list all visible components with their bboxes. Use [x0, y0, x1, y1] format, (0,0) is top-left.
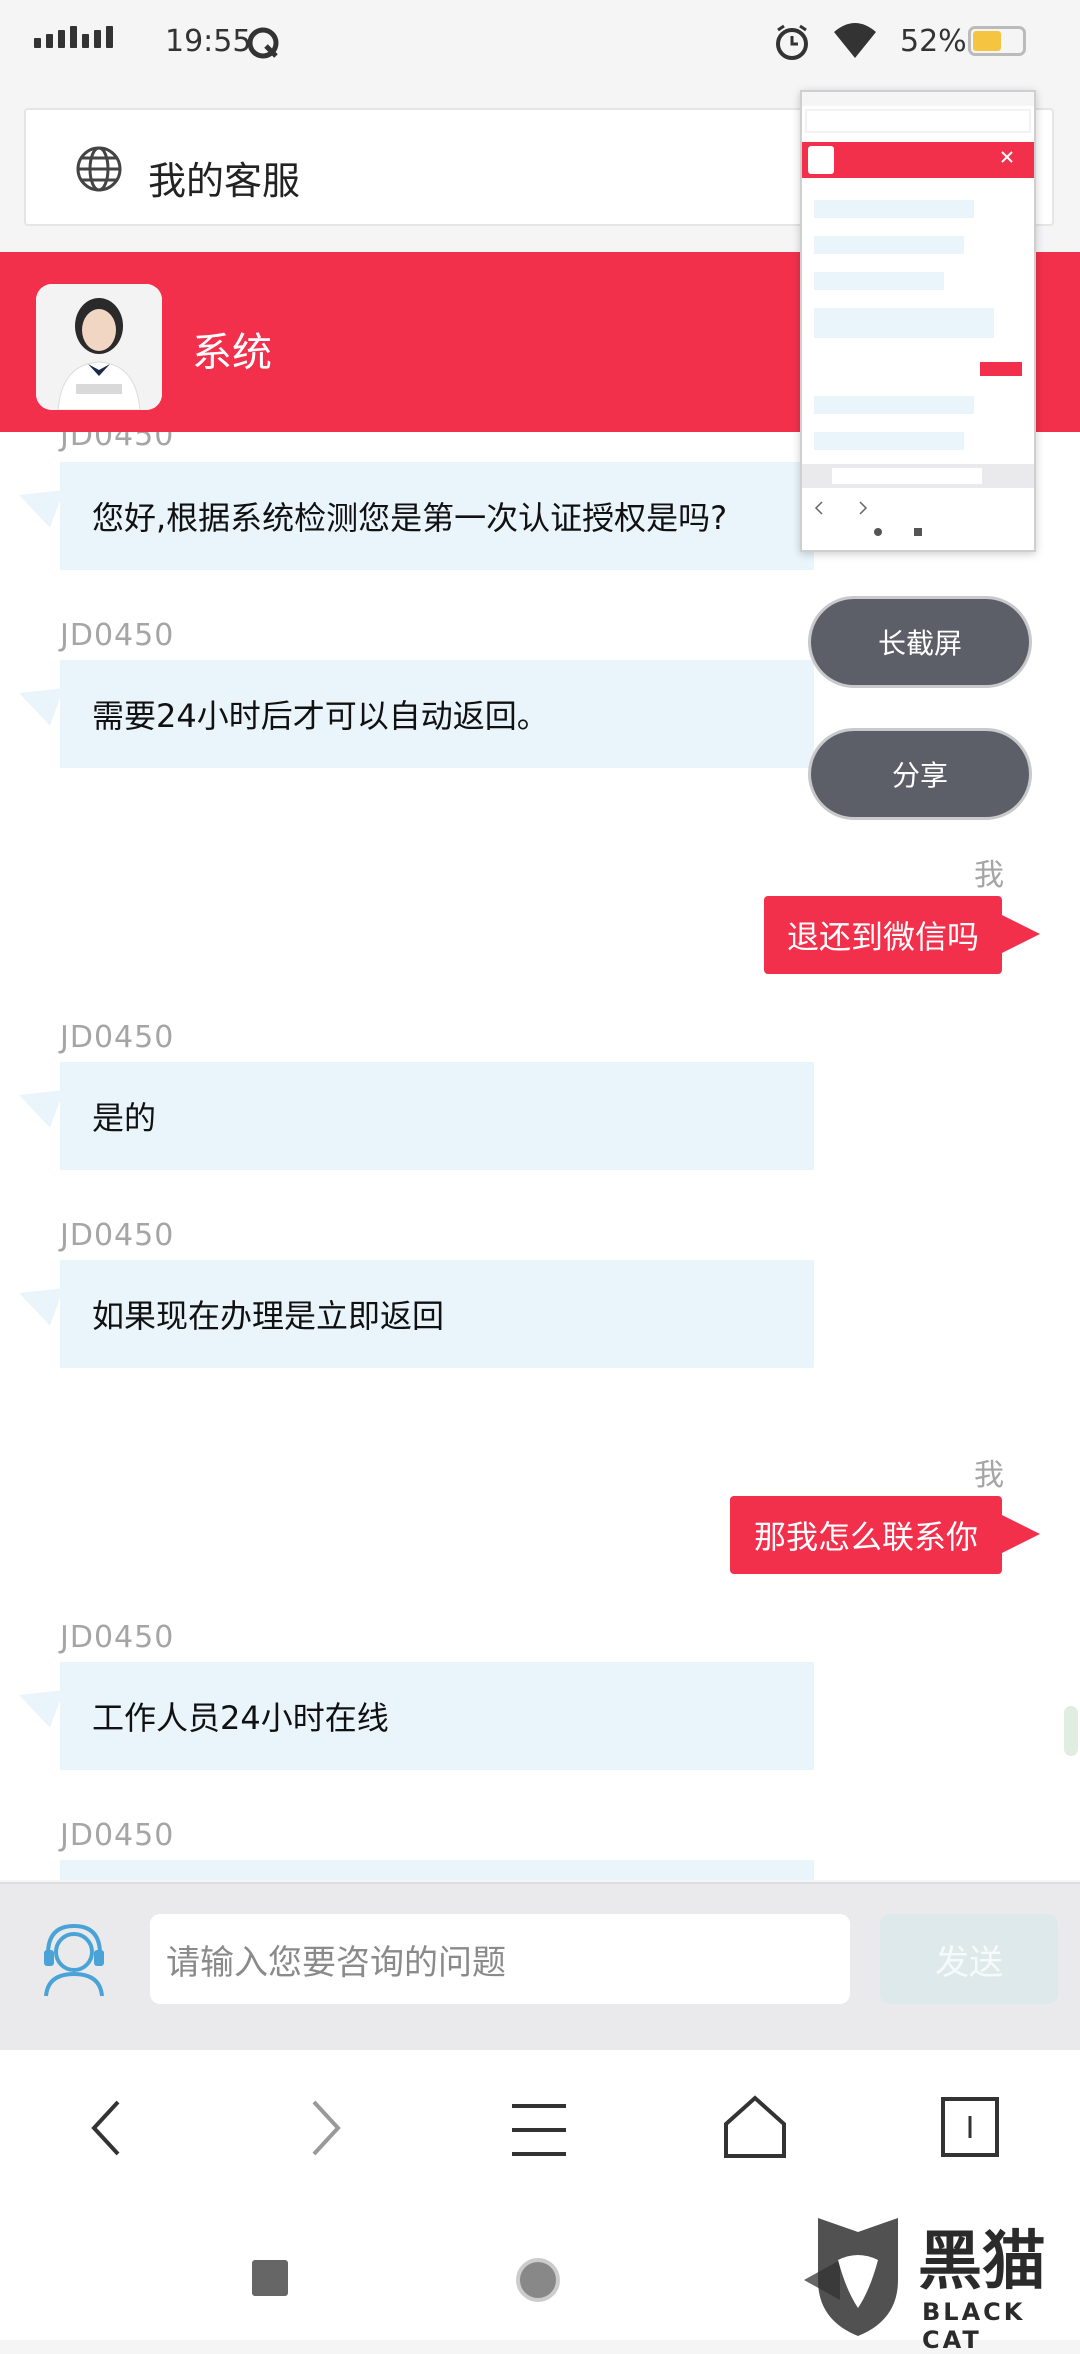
browser-toolbar [0, 2050, 1080, 2200]
message-bubble [60, 1860, 814, 1880]
message-sender: JD0450 [60, 432, 175, 453]
screenshot-thumbnail[interactable] [800, 90, 1036, 552]
send-button[interactable]: 发送 [880, 1914, 1058, 2004]
input-bar: 请输入您要咨询的问题 发送 [0, 1882, 1080, 2050]
bubble-tail [12, 1274, 64, 1326]
blackcat-watermark: 黑猫 BLACK CAT [808, 2210, 1078, 2354]
home-icon[interactable] [722, 2094, 788, 2160]
bubble-tail [1000, 1514, 1040, 1554]
battery-icon [968, 26, 1026, 56]
tabs-icon[interactable] [940, 2096, 1000, 2158]
browser-logo-icon [247, 27, 279, 59]
bubble-tail [12, 1076, 64, 1128]
message-sender-me: 我 [974, 858, 1005, 893]
status-time: 19:55 [165, 24, 252, 59]
scroll-indicator[interactable] [1064, 1706, 1078, 1756]
message-bubble: 工作人员24小时在线 [60, 1662, 814, 1770]
message-sender: JD0450 [60, 1020, 175, 1055]
message-sender-me: 我 [974, 1458, 1005, 1493]
message-bubble: 您好,根据系统检测您是第一次认证授权是吗? [60, 462, 814, 570]
battery-percent: 52% [900, 24, 967, 59]
my-message-bubble: 那我怎么联系你 [730, 1496, 1002, 1574]
my-message-bubble: 退还到微信吗 [764, 896, 1002, 974]
blackcat-logo-icon [818, 2218, 898, 2336]
status-bar: 19:55 52% [0, 0, 1080, 86]
bubble-tail [1000, 914, 1040, 954]
globe-icon [76, 146, 122, 192]
system-navigation-bar: 黑猫 BLACK CAT [0, 2200, 1080, 2354]
message-sender: JD0450 [60, 1620, 175, 1655]
back-icon[interactable] [86, 2098, 126, 2158]
message-sender: JD0450 [60, 1218, 175, 1253]
long-screenshot-button[interactable]: 长截屏 [808, 596, 1032, 688]
home-button[interactable] [516, 2258, 560, 2302]
message-input[interactable]: 请输入您要咨询的问题 [150, 1914, 850, 2004]
watermark-subtext: BLACK CAT [922, 2298, 1026, 2354]
bubble-tail [12, 674, 64, 726]
message-sender: JD0450 [60, 618, 175, 653]
bubble-tail [12, 476, 64, 528]
customer-service-icon[interactable] [34, 1918, 114, 1998]
message-sender: JD0450 [60, 1818, 175, 1853]
signal-icon-2 [70, 26, 113, 48]
message-bubble: 如果现在办理是立即返回 [60, 1260, 814, 1368]
page-title: 我的客服 [148, 159, 301, 203]
menu-icon[interactable] [510, 2100, 568, 2160]
share-button[interactable]: 分享 [808, 728, 1032, 820]
bubble-tail [12, 1676, 64, 1728]
recent-apps-button[interactable] [252, 2260, 288, 2296]
alarm-icon [776, 24, 808, 60]
chat-title: 系统 [192, 330, 272, 376]
forward-icon[interactable] [306, 2098, 346, 2158]
message-bubble: 需要24小时后才可以自动返回。 [60, 660, 814, 768]
watermark-text: 黑猫 [918, 2225, 1046, 2299]
agent-avatar [36, 284, 162, 410]
message-bubble: 是的 [60, 1062, 814, 1170]
wifi-icon [834, 23, 876, 58]
